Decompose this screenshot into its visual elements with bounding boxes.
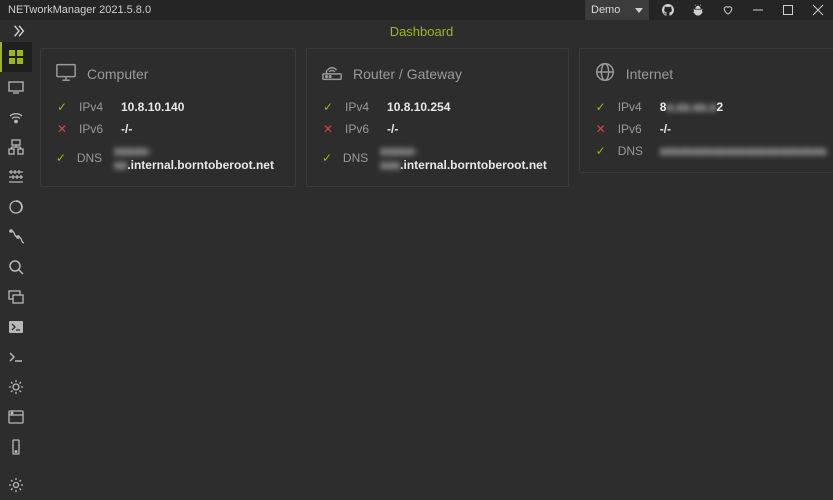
card-internet: Internet ✓ IPv4 8x.xx.xx.x2 ✕ IPv6 -/- ✓… [579,48,833,173]
bug-icon[interactable] [683,0,713,20]
computer-ipv6-row: ✕ IPv6 -/- [55,122,281,136]
card-computer-title: Computer [87,66,148,82]
close-button[interactable] [803,0,833,20]
internet-dns-row: ✓ DNS xxxxxxxxxxxxxxxxxxxxxxxxx [594,144,827,158]
sidebar-item-port-scanner[interactable] [0,162,32,192]
check-icon: ✓ [321,100,335,114]
card-router: Router / Gateway ✓ IPv4 10.8.10.254 ✕ IP… [306,48,569,187]
page-title: Dashboard [10,24,833,39]
titlebar: NETworkManager 2021.5.8.0 Demo [0,0,833,20]
sidebar-item-settings[interactable] [0,470,32,500]
dashboard-content: Computer ✓ IPv4 10.8.10.140 ✕ IPv6 -/- ✓… [32,42,833,500]
computer-ipv4-row: ✓ IPv4 10.8.10.140 [55,100,281,114]
header-row: Dashboard [0,20,833,42]
sidebar-item-remote-desktop[interactable] [0,282,32,312]
sidebar-item-dashboard[interactable] [0,42,32,72]
computer-dns-row: ✓ DNS xxxxx-xx.internal.borntoberoot.net [55,144,281,172]
sidebar-item-ip-scanner[interactable] [0,132,32,162]
sidebar-item-network-interface[interactable] [0,72,32,102]
check-icon: ✓ [321,151,333,165]
card-router-title: Router / Gateway [353,66,462,82]
check-icon: ✓ [594,144,608,158]
sidebar-item-traceroute[interactable] [0,222,32,252]
maximize-button[interactable] [773,0,803,20]
internet-ipv4-row: ✓ IPv4 8x.xx.xx.x2 [594,100,827,114]
heart-icon[interactable] [713,0,743,20]
router-ipv6-row: ✕ IPv6 -/- [321,122,554,136]
sidebar [0,42,32,500]
chevron-down-icon [635,8,643,13]
sidebar-item-powershell[interactable] [0,312,32,342]
sidebar-item-putty[interactable] [0,342,32,372]
titlebar-controls: Demo [585,0,833,20]
internet-ipv6-row: ✕ IPv6 -/- [594,122,827,136]
app-title: NETworkManager 2021.5.8.0 [8,4,151,16]
card-computer: Computer ✓ IPv4 10.8.10.140 ✕ IPv6 -/- ✓… [40,48,296,187]
router-icon [321,61,343,86]
profile-dropdown[interactable]: Demo [585,0,649,20]
sidebar-item-wake-on-lan[interactable] [0,432,32,462]
check-icon: ✓ [55,100,69,114]
profile-dropdown-label: Demo [591,4,620,16]
minimize-button[interactable] [743,0,773,20]
cross-icon: ✕ [55,122,69,136]
router-ipv4-row: ✓ IPv4 10.8.10.254 [321,100,554,114]
sidebar-item-ping-monitor[interactable] [0,192,32,222]
sidebar-item-snmp[interactable] [0,402,32,432]
check-icon: ✓ [594,100,608,114]
router-dns-row: ✓ DNS xxxxx-xxx.internal.borntoberoot.ne… [321,144,554,172]
globe-icon [594,61,616,86]
sidebar-item-wifi[interactable] [0,102,32,132]
monitor-icon [55,61,77,86]
sidebar-item-discovery[interactable] [0,372,32,402]
github-icon[interactable] [653,0,683,20]
card-internet-title: Internet [626,66,673,82]
check-icon: ✓ [55,151,67,165]
cross-icon: ✕ [321,122,335,136]
sidebar-item-dns-lookup[interactable] [0,252,32,282]
cross-icon: ✕ [594,122,608,136]
